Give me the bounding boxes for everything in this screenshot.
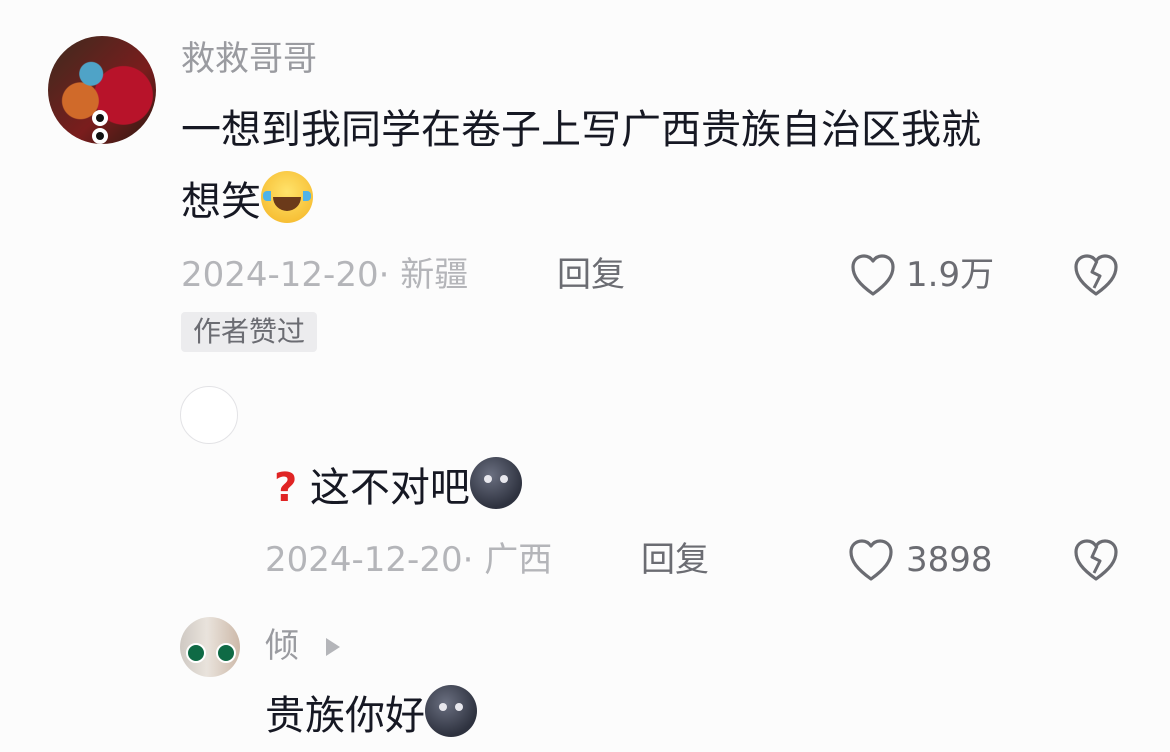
reply-text-content: 贵族你好 [265,693,425,739]
like-count: 1.9万 [906,255,995,295]
dislike-broken-heart-icon[interactable] [1072,252,1120,298]
reply-text-content: 这不对吧 [309,465,470,511]
avatar-eye [92,128,108,144]
comment-username[interactable]: 救救哥哥 [181,42,317,76]
author-liked-badge: 作者赞过 [181,312,318,352]
dislike-broken-heart-icon[interactable] [1072,537,1120,583]
reply-avatar[interactable] [180,617,240,677]
avatar-eye [92,110,108,126]
comment-text-line-2: 想笑 [181,166,1141,238]
laughing-tears-icon [261,171,313,223]
avatar[interactable] [48,36,156,144]
reply-avatar[interactable] [180,386,238,444]
comment-text-line-2-text: 想笑 [181,179,261,225]
like-heart-icon[interactable] [849,252,897,298]
avatar-cup-logo [186,643,206,663]
new-moon-face-icon [469,457,522,509]
avatar-cup-logo [216,643,236,663]
reply-text: ? 这不对吧 [274,452,522,524]
comment-text-line-1: 一想到我同学在卷子上写广西贵族自治区我就 [181,107,981,153]
like-count: 3898 [906,540,993,580]
question-mark-icon: ? [274,465,298,511]
reply-button[interactable]: 回复 [641,543,709,577]
comment-text: 一想到我同学在卷子上写广西贵族自治区我就 想笑 [181,94,1141,238]
reply-text: 贵族你好 [265,680,477,752]
comment-date-location: 2024-12-20· 新疆 [181,255,469,295]
like-heart-icon[interactable] [847,537,895,583]
reply-arrow-icon [326,638,340,656]
new-moon-face-icon [425,685,477,737]
reply-username[interactable]: 倾 [265,629,299,663]
reply-date-location: 2024-12-20· 广西 [265,540,553,580]
reply-button[interactable]: 回复 [557,258,625,292]
